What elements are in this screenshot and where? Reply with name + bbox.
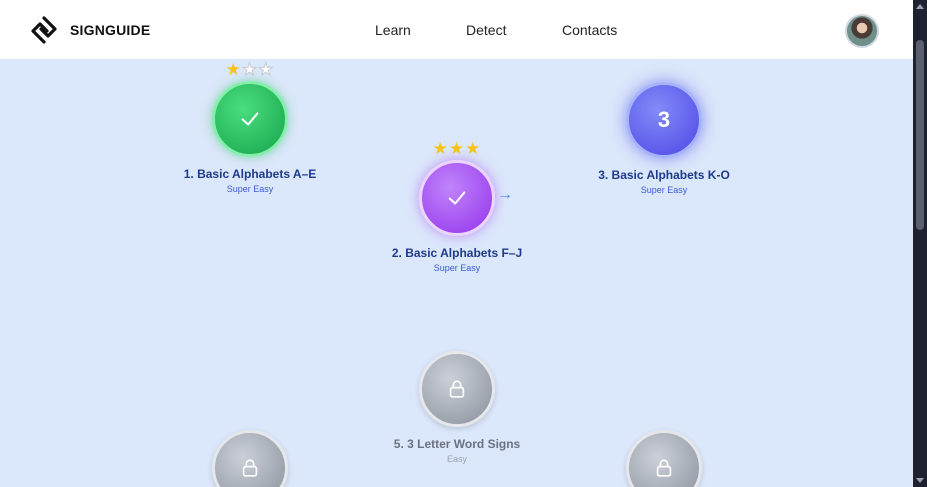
- level-title: 5. 3 Letter Word Signs: [393, 437, 521, 451]
- star-filled-icon: ★: [448, 139, 466, 158]
- scroll-up-arrow-icon[interactable]: [916, 4, 924, 9]
- level-number: 3: [657, 107, 671, 132]
- level-title: 2. Basic Alphabets F–J: [391, 246, 523, 260]
- star-filled-icon: ★: [225, 60, 242, 79]
- star-empty-icon: ★: [241, 60, 259, 79]
- star-filled-icon: ★: [465, 139, 482, 158]
- nav-link-learn[interactable]: Learn: [375, 22, 411, 38]
- level-node-4[interactable]: [150, 430, 350, 487]
- level-node-6[interactable]: [564, 430, 764, 487]
- level-difficulty: Super Easy: [433, 263, 481, 273]
- level-badge-current[interactable]: 3: [626, 82, 702, 158]
- nav-link-detect[interactable]: Detect: [466, 22, 506, 38]
- level-node-1[interactable]: ★★★ 1. Basic Alphabets A–E Super Easy: [150, 60, 350, 194]
- level-badge-completed[interactable]: [212, 81, 288, 157]
- user-avatar[interactable]: [845, 14, 879, 48]
- level-node-5[interactable]: 5. 3 Letter Word Signs Easy: [357, 351, 557, 464]
- star-empty-icon: ★: [258, 60, 275, 79]
- scroll-thumb[interactable]: [916, 40, 924, 230]
- lock-icon: [656, 459, 672, 477]
- lock-icon: [449, 380, 465, 398]
- checkmark-icon: [241, 112, 259, 126]
- level-difficulty: Easy: [446, 454, 467, 464]
- star-rating: ★★★: [357, 140, 557, 158]
- level-node-3[interactable]: 3 3. Basic Alphabets K-O Super Easy: [564, 82, 764, 195]
- brand-name: SIGNGUIDE: [70, 22, 151, 38]
- level-title: 1. Basic Alphabets A–E: [183, 167, 317, 181]
- level-title: 3. Basic Alphabets K-O: [598, 168, 730, 182]
- top-navbar: SIGNGUIDE Learn Detect Contacts: [0, 0, 913, 59]
- nav-link-contacts[interactable]: Contacts: [562, 22, 617, 38]
- star-rating: ★★★: [150, 60, 350, 79]
- scrollbar[interactable]: [913, 0, 927, 487]
- level-badge-locked[interactable]: [212, 430, 288, 487]
- scroll-down-arrow-icon[interactable]: [916, 478, 924, 483]
- arrow-right-icon: →: [497, 186, 513, 203]
- level-badge-completed[interactable]: [419, 160, 495, 236]
- level-badge-locked[interactable]: [626, 430, 702, 487]
- handshake-logo-icon: [31, 16, 57, 44]
- level-badge-locked[interactable]: [419, 351, 495, 427]
- brand[interactable]: SIGNGUIDE: [28, 14, 150, 46]
- checkmark-icon: [448, 191, 466, 205]
- level-difficulty: Super Easy: [226, 184, 274, 194]
- star-filled-icon: ★: [432, 139, 449, 158]
- lock-icon: [242, 459, 258, 477]
- level-node-2[interactable]: ★★★ → 2. Basic Alphabets F–J Super Easy: [357, 140, 557, 274]
- level-difficulty: Super Easy: [640, 185, 688, 195]
